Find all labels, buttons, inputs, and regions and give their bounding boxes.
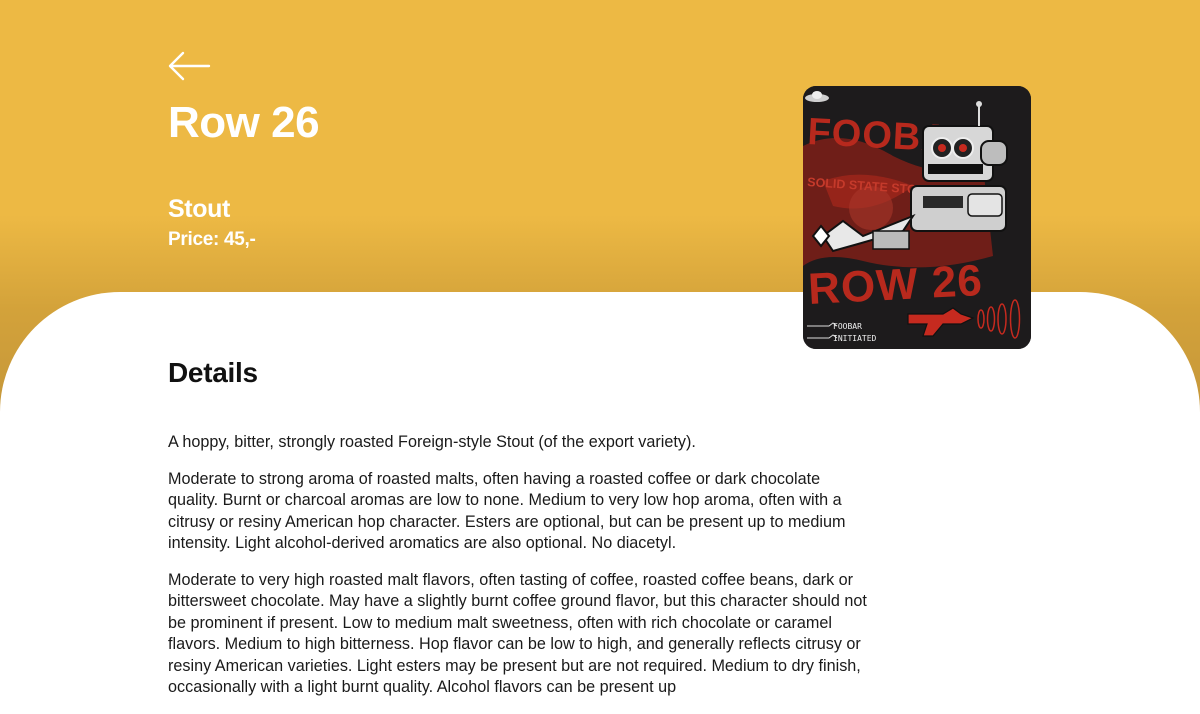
details-paragraph: A hoppy, bitter, strongly roasted Foreig…	[168, 433, 696, 451]
beer-label-image: FOOBAR SOLID STATE STOUT ROW 26 FOOBAR I…	[803, 86, 1031, 349]
beer-style: Stout	[168, 195, 230, 223]
label-beer-name: ROW 26	[807, 256, 984, 314]
details-body: A hoppy, bitter, strongly roasted Foreig…	[168, 432, 868, 714]
arrow-left-icon	[168, 51, 211, 81]
details-paragraph: Moderate to strong aroma of roasted malt…	[168, 469, 846, 553]
price-label: Price:	[168, 229, 220, 250]
price-value: 45,-	[224, 229, 256, 250]
page-title: Row 26	[168, 98, 320, 147]
details-heading: Details	[168, 357, 258, 388]
back-button[interactable]	[166, 50, 212, 82]
price: Price: 45,-	[168, 229, 256, 251]
details-paragraph: Moderate to very high roasted malt flavo…	[168, 570, 867, 697]
label-footer-line2: INITIATED	[833, 334, 877, 343]
label-footer-line1: FOOBAR	[833, 322, 862, 331]
